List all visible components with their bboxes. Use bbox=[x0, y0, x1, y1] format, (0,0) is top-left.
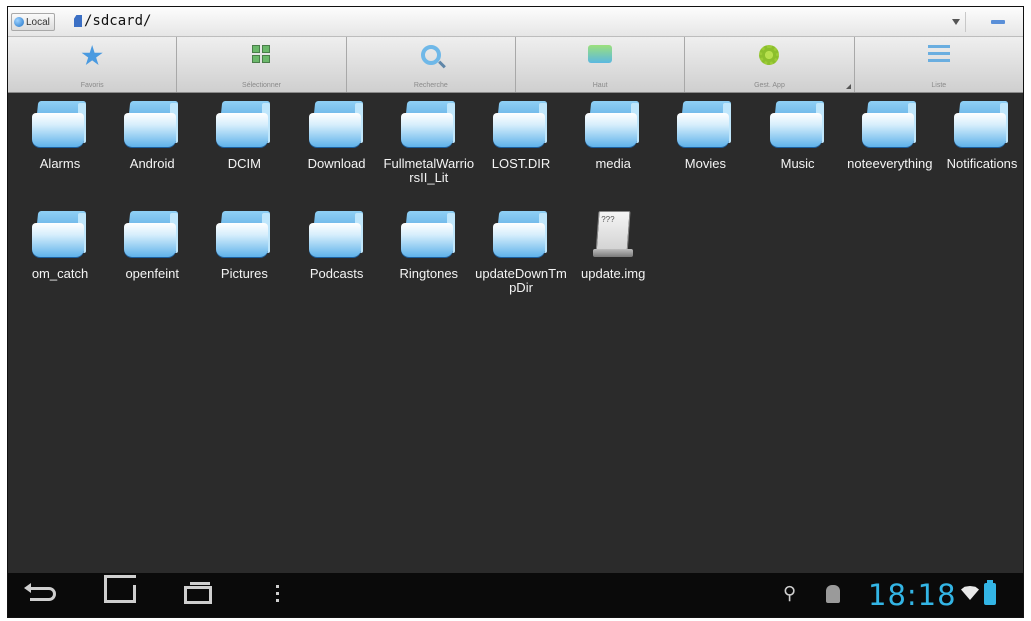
folder-icon bbox=[493, 99, 549, 149]
path-dropdown-icon[interactable] bbox=[952, 19, 960, 25]
file-name: media bbox=[595, 156, 631, 171]
address-bar: Local /sdcard/ bbox=[8, 7, 1023, 37]
gear-app-icon bbox=[759, 45, 780, 65]
star-icon bbox=[81, 45, 103, 66]
unknown-file-icon: ??? bbox=[585, 209, 641, 259]
list-view-icon bbox=[927, 45, 950, 65]
back-icon[interactable] bbox=[24, 583, 56, 601]
folder-icon bbox=[32, 99, 88, 149]
folder-item[interactable]: LOST.DIR bbox=[475, 99, 567, 171]
current-path[interactable]: /sdcard/ bbox=[84, 13, 151, 29]
file-name: Download bbox=[307, 156, 366, 171]
menu-icon[interactable] bbox=[276, 585, 279, 603]
favorites-button[interactable]: Favoris bbox=[8, 37, 178, 92]
file-name: Music bbox=[780, 156, 815, 171]
file-name: om_catch bbox=[31, 266, 89, 281]
minimize-icon[interactable] bbox=[991, 20, 1005, 24]
file-name: updateDownTmpDir bbox=[475, 266, 567, 295]
folder-icon bbox=[954, 99, 1010, 149]
folder-item[interactable]: Notifications bbox=[936, 99, 1023, 171]
folder-item[interactable]: Download bbox=[291, 99, 383, 171]
list-view-button[interactable]: Liste bbox=[855, 37, 1023, 92]
divider bbox=[965, 12, 966, 32]
battery-icon bbox=[984, 580, 996, 605]
recent-apps-icon[interactable] bbox=[184, 582, 212, 604]
file-name: update.img bbox=[581, 266, 646, 281]
select-grid-icon bbox=[252, 45, 271, 63]
toolbar: Favoris Sélectionner Recherche Haut Gest… bbox=[8, 37, 1023, 93]
file-name: Pictures bbox=[220, 266, 268, 281]
folder-item[interactable]: Pictures bbox=[198, 209, 290, 281]
folder-item[interactable]: updateDownTmpDir bbox=[475, 209, 567, 295]
file-name: Android bbox=[129, 156, 175, 171]
location-label: Local bbox=[26, 16, 50, 28]
up-button[interactable]: Haut bbox=[516, 37, 686, 92]
toolbar-label: Gest. App bbox=[754, 82, 785, 89]
file-name: Ringtones bbox=[399, 266, 459, 281]
folder-item[interactable]: Music bbox=[752, 99, 844, 171]
search-icon bbox=[420, 45, 441, 65]
folder-icon bbox=[308, 99, 365, 149]
folder-icon bbox=[861, 99, 918, 149]
file-name: Podcasts bbox=[309, 266, 364, 281]
more-options-corner-icon bbox=[845, 84, 851, 89]
file-name: LOST.DIR bbox=[491, 156, 551, 171]
folder-item[interactable]: openfeint bbox=[106, 209, 198, 281]
file-name: Alarms bbox=[39, 156, 81, 171]
file-name: DCIM bbox=[227, 156, 261, 171]
search-button[interactable]: Recherche bbox=[347, 37, 516, 92]
sdcard-icon bbox=[74, 15, 82, 27]
folder-icon bbox=[124, 209, 180, 259]
folder-item[interactable]: Android bbox=[106, 99, 198, 171]
folder-item[interactable]: FullmetalWarriorsII_Lit bbox=[383, 99, 475, 185]
folder-item[interactable]: Podcasts bbox=[291, 209, 383, 281]
wifi-icon bbox=[961, 586, 979, 600]
folder-icon bbox=[32, 209, 88, 259]
folder-item[interactable]: Ringtones bbox=[383, 209, 475, 281]
folder-item[interactable]: Alarms bbox=[14, 99, 106, 171]
toolbar-label: Recherche bbox=[413, 82, 448, 89]
file-name: noteeverything bbox=[847, 156, 933, 171]
folder-icon bbox=[400, 99, 457, 149]
folder-icon bbox=[308, 209, 365, 259]
status-clock[interactable]: 18:18 bbox=[868, 578, 957, 612]
local-storage-icon bbox=[14, 17, 24, 27]
folder-icon bbox=[677, 99, 733, 149]
file-name: openfeint bbox=[125, 266, 179, 281]
folder-icon bbox=[493, 209, 549, 259]
folder-item[interactable]: om_catch bbox=[14, 209, 106, 281]
folder-icon bbox=[124, 99, 180, 149]
app-manager-button[interactable]: Gest. App bbox=[685, 37, 855, 92]
android-debug-icon bbox=[826, 585, 840, 603]
toolbar-label: Liste bbox=[931, 82, 947, 89]
folder-icon bbox=[216, 209, 272, 259]
usb-icon: ⚲ bbox=[783, 583, 797, 603]
folder-icon bbox=[769, 99, 826, 149]
toolbar-label: Haut bbox=[592, 82, 608, 89]
home-icon[interactable] bbox=[104, 585, 136, 603]
folder-icon bbox=[400, 209, 457, 259]
file-name: FullmetalWarriorsII_Lit bbox=[383, 156, 475, 185]
folder-icon bbox=[585, 99, 641, 149]
file-manager-screen: Local /sdcard/ Favoris Sélectionner Rech… bbox=[7, 6, 1024, 618]
folder-icon bbox=[216, 99, 272, 149]
up-folder-icon bbox=[588, 45, 613, 63]
select-button[interactable]: Sélectionner bbox=[177, 37, 347, 92]
file-name: Notifications bbox=[946, 156, 1018, 171]
system-navigation-bar: ⚲ 18:18 bbox=[8, 573, 1023, 617]
folder-item[interactable]: Movies bbox=[659, 99, 751, 171]
file-item[interactable]: ??? update.img bbox=[567, 209, 659, 281]
file-name: Movies bbox=[684, 156, 726, 171]
folder-item[interactable]: DCIM bbox=[198, 99, 290, 171]
folder-item[interactable]: noteeverything bbox=[844, 99, 936, 171]
folder-item[interactable]: media bbox=[567, 99, 659, 171]
toolbar-label: Favoris bbox=[80, 82, 104, 89]
toolbar-label: Sélectionner bbox=[242, 82, 281, 89]
location-button[interactable]: Local bbox=[11, 13, 55, 31]
